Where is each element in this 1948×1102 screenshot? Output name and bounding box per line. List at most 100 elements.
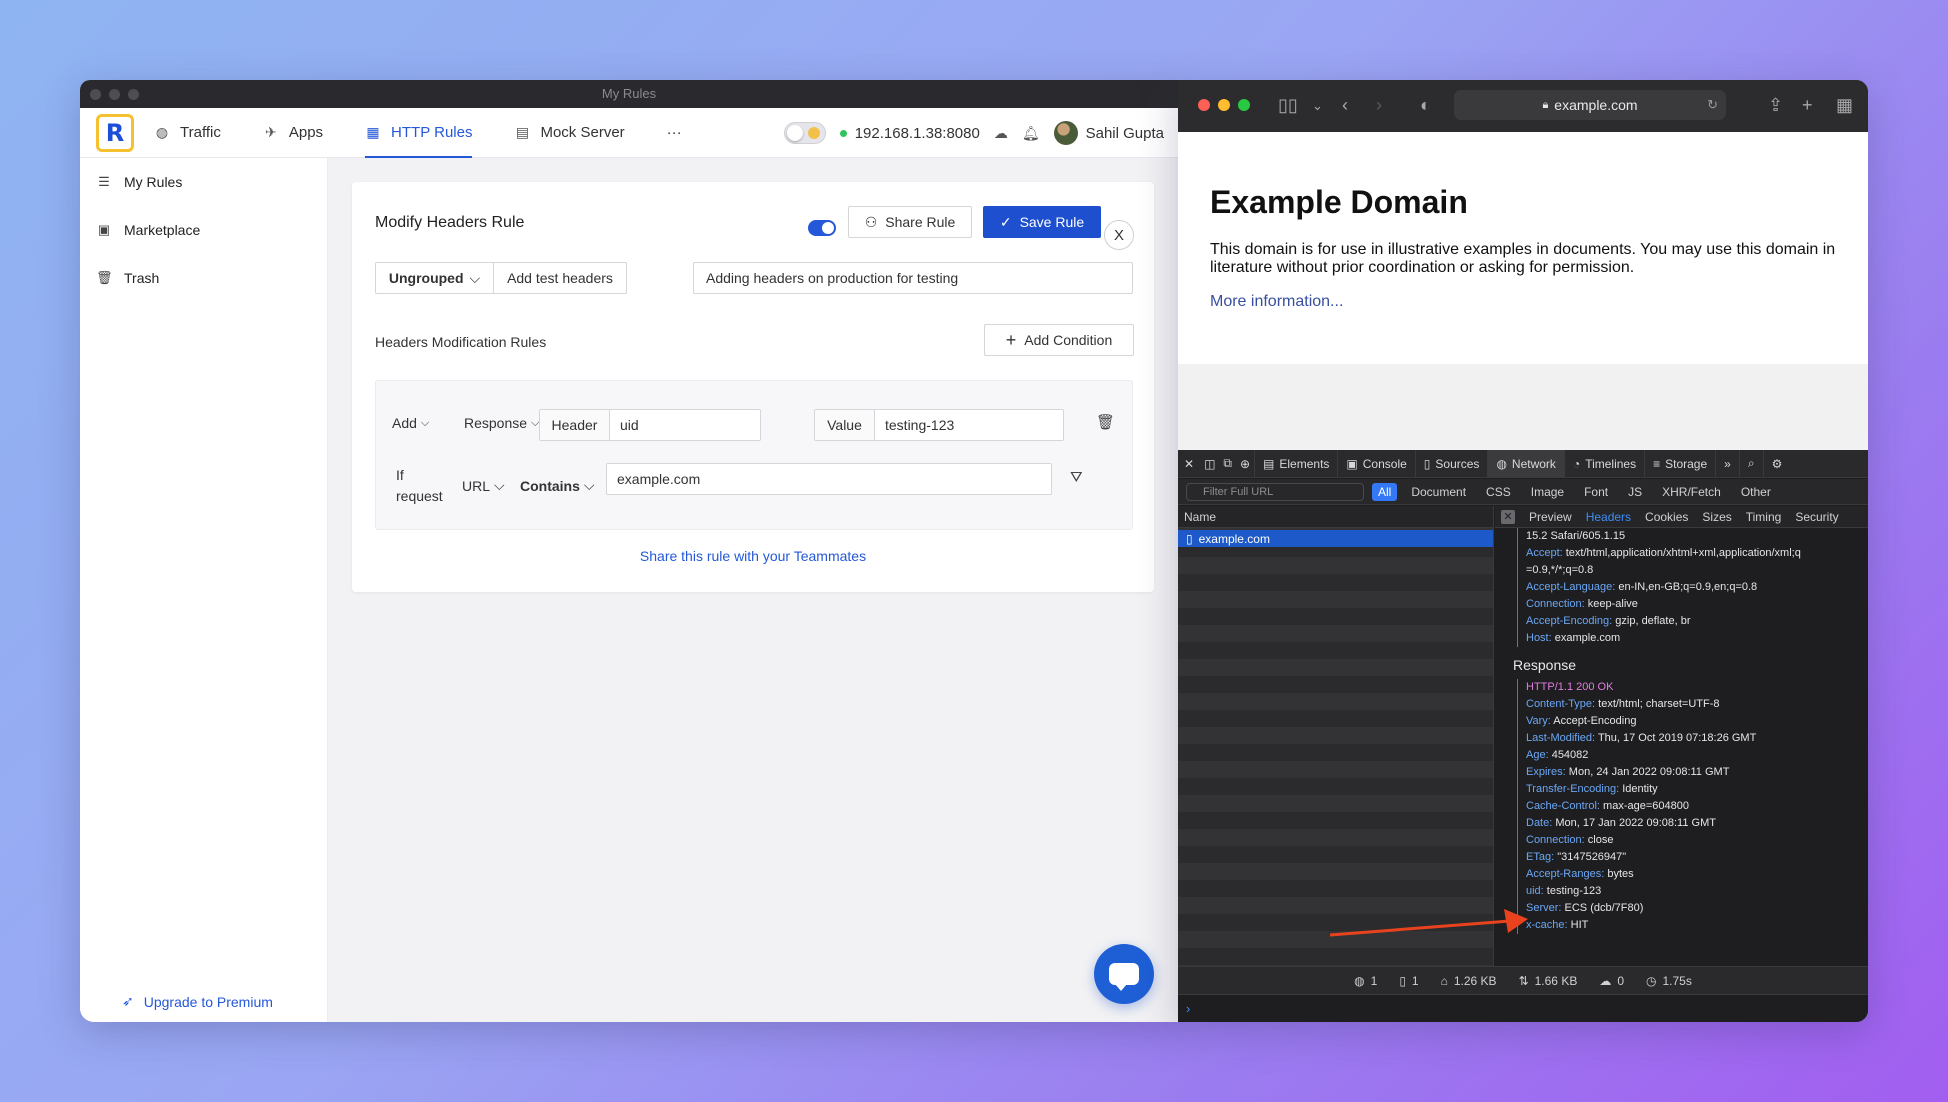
user-menu[interactable]: Sahil Gupta: [1053, 121, 1164, 145]
tab-label: Storage: [1665, 456, 1708, 471]
forward-icon[interactable]: ›: [1376, 95, 1382, 116]
nav-mock-server[interactable]: ▤ Mock Server: [514, 108, 650, 158]
tab-security[interactable]: Security: [1795, 510, 1838, 524]
summary-item: ◷ 1.75s: [1646, 974, 1692, 988]
tab-console[interactable]: ▣ Console: [1337, 449, 1414, 478]
filter-other[interactable]: Other: [1735, 483, 1777, 501]
tab-preview[interactable]: Preview: [1529, 510, 1572, 524]
tab-timelines[interactable]: ◔ Timelines: [1563, 449, 1644, 478]
nav-apps[interactable]: ✈ Apps: [263, 108, 349, 158]
nav-traffic[interactable]: ◍ Traffic: [154, 108, 247, 158]
filter-url-input[interactable]: Filter Full URL: [1186, 482, 1364, 501]
inspect-icon[interactable]: ⊕: [1236, 457, 1254, 471]
nav-more[interactable]: ···: [667, 108, 708, 158]
gear-icon[interactable]: ⚙: [1762, 449, 1791, 478]
filter-js[interactable]: JS: [1622, 483, 1648, 501]
match-key-select[interactable]: URL ⌵: [462, 477, 505, 494]
sidebar-item-marketplace[interactable]: ▣ Marketplace: [80, 206, 327, 254]
save-rule-button[interactable]: ✓ Save Rule: [983, 206, 1101, 238]
header-line: Vary: Accept-Encoding: [1526, 713, 1868, 730]
more-tabs-icon[interactable]: »: [1715, 449, 1739, 478]
window-title: My Rules: [601, 86, 657, 101]
upgrade-link[interactable]: ➶ Upgrade to Premium: [122, 993, 273, 1010]
header-name-field[interactable]: Header uid: [539, 409, 761, 441]
header-key: Last-Modified:: [1526, 732, 1596, 744]
rule-status-toggle[interactable]: [808, 220, 836, 236]
reload-icon[interactable]: ↻: [1707, 97, 1718, 113]
bell-icon[interactable]: 🔔︎: [1022, 125, 1040, 142]
tab-storage[interactable]: ≡ Storage: [1644, 449, 1715, 478]
group-select[interactable]: Ungrouped ⌵: [376, 263, 494, 293]
tab-sources[interactable]: ▯ Sources: [1414, 449, 1488, 478]
tab-cookies[interactable]: Cookies: [1645, 510, 1688, 524]
share-teammates-link[interactable]: Share this rule with your Teammates: [352, 548, 1154, 564]
header-value-field[interactable]: Value testing-123: [814, 409, 1064, 441]
share-rule-button[interactable]: ⚇ Share Rule: [848, 206, 972, 238]
header-key: Age:: [1526, 749, 1549, 761]
window-controls[interactable]: [90, 89, 139, 100]
filter-document[interactable]: Document: [1405, 483, 1472, 501]
target-select[interactable]: Response ⌵: [464, 415, 539, 431]
if-label: If: [396, 467, 404, 483]
filter-icon[interactable]: ⛛: [1070, 469, 1083, 486]
filter-css[interactable]: CSS: [1480, 483, 1517, 501]
sidebar-item-trash[interactable]: 🗑︎ Trash: [80, 254, 327, 302]
rocket-icon: ✈: [264, 124, 277, 140]
sidebar-toggle-icon[interactable]: ▯▯: [1278, 95, 1298, 116]
dock-icon[interactable]: ◫: [1200, 457, 1219, 471]
filter-all[interactable]: All: [1372, 482, 1398, 501]
rule-editor-card: Modify Headers Rule ⚇ Share Rule ✓ Save …: [352, 182, 1154, 592]
safari-window: ▯▯ ⌄ ‹ › ◐ 🔒︎ example.com ↻ ⇪ + ▦ Exampl…: [1178, 80, 1868, 1022]
more-info-link[interactable]: More information...: [1210, 293, 1343, 310]
tab-network[interactable]: ◍ Network: [1487, 449, 1564, 478]
share-icon[interactable]: ⇪: [1768, 95, 1783, 116]
header-line: 15.2 Safari/605.1.15: [1526, 528, 1868, 545]
header-key: Accept-Language:: [1526, 581, 1616, 593]
summary-value: 1.66 KB: [1534, 973, 1578, 988]
requestly-logo[interactable]: R: [96, 113, 134, 152]
undock-icon[interactable]: ⧉: [1219, 456, 1236, 471]
chat-button[interactable]: [1094, 944, 1154, 1004]
rule-description-input[interactable]: Adding headers on production for testing: [693, 262, 1133, 294]
match-value-input[interactable]: example.com: [606, 463, 1052, 495]
tab-overview-icon[interactable]: ▦: [1836, 95, 1853, 116]
back-icon[interactable]: ‹: [1342, 95, 1348, 116]
main-content: Modify Headers Rule ⚇ Share Rule ✓ Save …: [328, 158, 1178, 1022]
tab-timing[interactable]: Timing: [1746, 510, 1782, 524]
nav-http-rules[interactable]: ▦ HTTP Rules: [365, 108, 498, 158]
proxy-ip: 192.168.1.38:8080: [854, 124, 980, 142]
rule-name-input[interactable]: Add test headers: [494, 263, 626, 293]
close-button[interactable]: X: [1104, 220, 1134, 250]
delete-icon[interactable]: 🗑︎: [1096, 413, 1115, 431]
console-prompt[interactable]: ›: [1178, 994, 1868, 1022]
chevron-down-icon[interactable]: ⌄: [1312, 98, 1323, 114]
match-operator-select[interactable]: Contains ⌵: [520, 477, 595, 494]
tab-headers[interactable]: Headers: [1586, 510, 1631, 524]
header-value: Thu, 17 Oct 2019 07:18:26 GMT: [1595, 732, 1757, 744]
filter-xhr[interactable]: XHR/Fetch: [1656, 483, 1727, 501]
header-line: Server: ECS (dcb/7F80): [1526, 900, 1868, 917]
proxy-toggle[interactable]: [783, 122, 826, 144]
document-icon: ▯: [1186, 531, 1193, 546]
new-tab-icon[interactable]: +: [1802, 95, 1813, 116]
summary-item: ⇅ 1.66 KB: [1519, 974, 1578, 988]
chevron-down-icon: ⌵: [420, 416, 430, 429]
name-column-header[interactable]: Name: [1178, 506, 1493, 528]
window-controls[interactable]: [1198, 99, 1250, 111]
close-devtools-icon[interactable]: ✕: [1178, 457, 1200, 471]
add-condition-button[interactable]: + Add Condition: [984, 324, 1134, 356]
filter-font[interactable]: Font: [1578, 483, 1614, 501]
tab-sizes[interactable]: Sizes: [1702, 510, 1731, 524]
shield-icon[interactable]: ◐: [1420, 95, 1431, 116]
close-icon[interactable]: ✕: [1501, 509, 1515, 524]
cloud-off-icon[interactable]: ☁: [994, 125, 1008, 142]
sidebar-item-my-rules[interactable]: ☰ My Rules: [80, 158, 327, 206]
filter-image[interactable]: Image: [1525, 483, 1570, 501]
action-select[interactable]: Add ⌵: [392, 415, 429, 431]
request-list: Name ▯ example.com: [1178, 506, 1494, 966]
request-row[interactable]: ▯ example.com: [1178, 530, 1493, 547]
summary-value: 1: [1411, 973, 1419, 988]
search-icon[interactable]: ⌕: [1738, 449, 1763, 478]
tab-elements[interactable]: ▤ Elements: [1254, 449, 1337, 478]
address-bar[interactable]: 🔒︎ example.com ↻: [1454, 90, 1726, 120]
